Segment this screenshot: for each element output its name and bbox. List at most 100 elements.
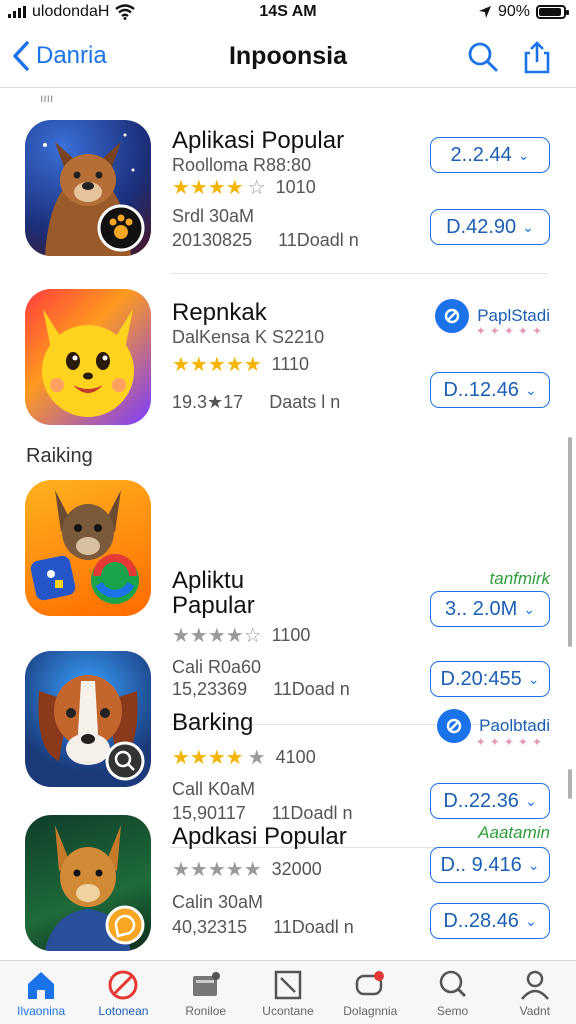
tab-label: Vadnt [519,1004,551,1018]
app-meta: Cali R0a60 [172,657,262,677]
price-dropdown[interactable]: D.42.90 ⌄ [430,209,550,245]
star-icon: ★★★★☆ [172,625,262,647]
status-bar: ulodondaH 14S AM 90% [0,0,576,24]
download-label: 11Doadl n [273,917,354,937]
chevron-down-icon: ⌄ [527,670,540,687]
tab-label: Ucontane [262,1004,314,1018]
download-count: 40,32315 [172,917,248,937]
home-icon [28,972,55,999]
publisher-label: PaplStadi [477,306,550,325]
divider [170,273,548,274]
star-half-icon: ★ [247,747,266,769]
rating-count: 1110 [271,354,310,374]
tab-label: Dolagnnia [343,1004,398,1018]
app-subtitle: Roolloma R88:80 [172,155,312,175]
tab-bar: Ilvaonina Lotonean Roniloe Ucontane Dola… [0,960,576,1024]
share-icon[interactable] [520,40,554,74]
price-dropdown[interactable]: D.. 9.416 ⌄ [430,847,550,883]
chevron-down-icon: ⌄ [524,381,537,398]
tab-search[interactable]: Semo [411,961,493,1024]
download-label: Daats l n [269,392,341,412]
star-icon: ★★★★★ [172,859,262,881]
app-meta-row: 15,90117 11Doadl n [172,803,352,824]
price-dropdown[interactable]: 3.. 2.0M ⌄ [430,591,550,627]
app-meta-row: 19.3★17 Daats l n [172,392,340,413]
tab-inbox[interactable]: Roniloe [165,961,247,1024]
download-label: 11Doadl n [278,230,359,250]
star-icon: ★★★★ [172,747,244,769]
app-meta: Calin 30aM [172,892,264,912]
chevron-down-icon: ⌄ [527,856,540,873]
price-dropdown[interactable]: D..22.36 ⌄ [430,783,550,819]
rating-count: 4100 [275,747,316,767]
tab-frame[interactable]: Ucontane [247,961,329,1024]
price-value: 2..2.44 [450,143,512,166]
app-icon-yellow-cat [25,289,151,425]
chevron-down-icon: ⌄ [524,792,537,809]
tab-profile[interactable]: Vadnt [494,961,576,1024]
search-icon[interactable] [466,40,500,74]
app-meta-row: 15,23369 11Doad n [172,679,350,700]
navigation-bar: Danria Inpoonsia [0,28,576,88]
rating-stars: ★★★★ ☆ 1010 [172,175,316,200]
tab-chat[interactable]: Dolagnnia [329,961,411,1024]
star-icon: ★★★★ [172,177,244,199]
rating-stars: ★★★★☆ 1100 [172,623,310,648]
frame-icon [274,970,302,1000]
tab-blocked[interactable]: Lotonean [82,961,164,1024]
price-dropdown[interactable]: 2..2.44 ⌄ [430,137,550,173]
star-half-icon: ☆ [247,177,266,199]
app-meta-row: 20130825 11Doadl n [172,230,359,251]
app-list[interactable]: ıııı Aplikasi Popular Roolloma R88:80 ★★… [0,89,576,959]
battery-icon [536,5,569,19]
no-entry-icon [108,970,138,1000]
price-value: D..22.36 [443,789,519,812]
download-count: 15,90117 [172,803,246,823]
status-label: Aaatamin [478,823,550,842]
price-value: 3.. 2.0M [445,597,518,620]
status-label: tanfmirk [489,569,550,588]
price-value: D.. 9.416 [440,853,522,876]
link-icon [435,299,470,333]
price-value: D..28.46 [443,909,519,932]
price-dropdown[interactable]: D..28.46 ⌄ [430,903,550,939]
clipped-row-remnant: ıııı [40,91,54,105]
price-dropdown[interactable]: D.20:455 ⌄ [430,661,550,697]
app-name-line1: Apliktu [172,567,245,594]
battery-percent: 90% [497,3,530,20]
chevron-down-icon: ⌄ [523,600,535,617]
price-dropdown[interactable]: D..12.46 ⌄ [430,372,550,408]
chevron-down-icon: ⌄ [522,218,534,235]
rating-count: 1100 [271,625,311,645]
app-meta: Srdl 30aM [172,206,255,226]
rating-count: 32000 [271,859,322,879]
chevron-down-icon: ⌄ [517,146,530,163]
star-icon: ★★★★★ [172,354,262,376]
download-label: 11Doad n [273,679,350,699]
inbox-icon [192,972,220,996]
price-value: D.42.90 [446,215,517,238]
scrollbar[interactable] [568,437,572,647]
link-icon [437,709,472,743]
person-icon [520,970,549,1000]
section-header: Raiking [26,445,93,467]
tab-label: Lotonean [98,1004,149,1018]
status-right: 90% [478,3,569,21]
app-icon-chihuahua [25,480,151,616]
app-icon-dog-night [25,120,151,256]
scrollbar-thumb-lower[interactable] [568,769,572,799]
decorative-dots: ✦✦✦✦✦ [475,735,546,749]
price-value: D.20:455 [440,667,522,690]
rating-stars: ★★★★★ 32000 [172,857,322,882]
decorative-dots: ✦✦✦✦✦ [475,324,546,338]
location-icon [478,6,491,18]
rating-count: 1010 [275,177,316,197]
tab-home[interactable]: Ilvaonina [0,961,82,1024]
tab-label: Roniloe [185,1004,227,1018]
rating-stars: ★★★★★ 1110 [172,352,309,377]
tab-label: Ilvaonina [17,1004,66,1018]
app-name: Apdkasi Popular [172,823,347,850]
app-meta-row: 40,32315 11Doadl n [172,917,354,938]
price-value: D..12.46 [443,378,519,401]
tab-label: Semo [436,1004,469,1018]
